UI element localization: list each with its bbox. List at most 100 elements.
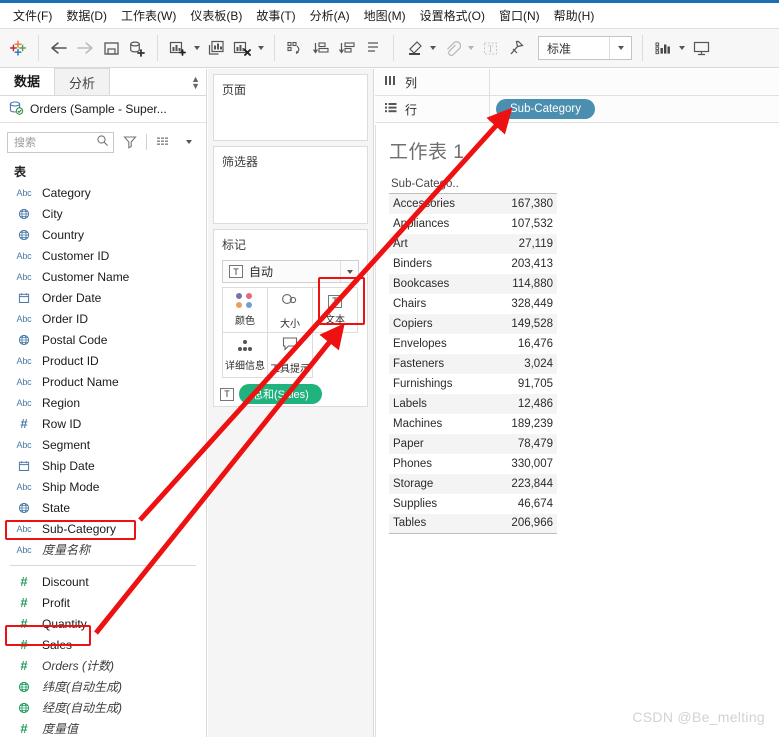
show-me-caret-icon[interactable]: [676, 34, 688, 62]
fit-select-caret-icon[interactable]: [609, 37, 631, 59]
table-row[interactable]: Accessories 167,380: [389, 193, 557, 214]
attach-icon[interactable]: [439, 34, 465, 62]
menu-analysis[interactable]: 分析(A): [303, 4, 357, 27]
tab-data[interactable]: 数据: [0, 68, 55, 95]
fit-select[interactable]: 标准: [538, 36, 632, 60]
field-ship-date[interactable]: Ship Date: [0, 455, 206, 476]
field-quantity[interactable]: # Quantity: [0, 613, 206, 634]
field-measure-values[interactable]: # 度量值: [0, 718, 206, 737]
menu-map[interactable]: 地图(M): [357, 4, 413, 27]
search-input[interactable]: 搜索: [7, 131, 114, 153]
table-row[interactable]: Furnishings 91,705: [389, 374, 557, 394]
field-customer-id[interactable]: Abc Customer ID: [0, 245, 206, 266]
attach-caret-icon[interactable]: [465, 34, 477, 62]
data-source-item[interactable]: Orders (Sample - Super...: [0, 96, 206, 123]
chevron-down-icon[interactable]: [179, 132, 199, 153]
field-measure-names[interactable]: Abc 度量名称: [0, 539, 206, 560]
field-product-id[interactable]: Abc Product ID: [0, 350, 206, 371]
show-labels-icon[interactable]: T: [477, 34, 503, 62]
column-header-sub-category[interactable]: Sub-Catego..: [389, 178, 557, 194]
sort-descending-icon[interactable]: [334, 34, 360, 62]
menu-help[interactable]: 帮助(H): [547, 4, 602, 27]
field-orders-count[interactable]: # Orders (计数): [0, 655, 206, 676]
field-product-name[interactable]: Abc Product Name: [0, 371, 206, 392]
new-worksheet-icon[interactable]: [165, 34, 191, 62]
field-order-id[interactable]: Abc Order ID: [0, 308, 206, 329]
marks-tooltip-button[interactable]: 工具提示: [267, 332, 313, 378]
table-row[interactable]: Fasteners 3,024: [389, 353, 557, 374]
table-row[interactable]: Supplies 46,674: [389, 494, 557, 514]
clear-sheet-caret-icon[interactable]: [255, 34, 267, 62]
menu-window[interactable]: 窗口(N): [492, 4, 547, 27]
rows-shelf[interactable]: 行 Sub-Category: [375, 96, 779, 123]
menu-data[interactable]: 数据(D): [59, 4, 114, 27]
field-region[interactable]: Abc Region: [0, 392, 206, 413]
table-row[interactable]: Envelopes 16,476: [389, 334, 557, 354]
table-row[interactable]: Labels 12,486: [389, 393, 557, 414]
field-row-id[interactable]: # Row ID: [0, 413, 206, 434]
tableau-logo-icon[interactable]: [5, 34, 31, 62]
presentation-mode-icon[interactable]: [688, 34, 714, 62]
menu-format[interactable]: 设置格式(O): [413, 4, 492, 27]
rows-drop-area[interactable]: Sub-Category: [490, 96, 779, 122]
filters-card[interactable]: 筛选器: [213, 146, 368, 224]
view-mode-icon[interactable]: [153, 132, 173, 153]
marks-pill-sum-sales[interactable]: 总和(Sales): [239, 384, 322, 404]
rows-pill-sub-category[interactable]: Sub-Category: [496, 99, 595, 119]
highlight-icon[interactable]: [401, 34, 427, 62]
tab-analytics[interactable]: 分析: [54, 68, 111, 95]
marks-color-button[interactable]: 颜色: [222, 287, 268, 333]
highlight-caret-icon[interactable]: [427, 34, 439, 62]
menu-file[interactable]: 文件(F): [6, 4, 59, 27]
field-postal-code[interactable]: Postal Code: [0, 329, 206, 350]
table-row[interactable]: Paper 78,479: [389, 433, 557, 454]
mark-type-select[interactable]: T 自动: [222, 260, 359, 283]
field-country[interactable]: Country: [0, 224, 206, 245]
save-icon[interactable]: [98, 34, 124, 62]
group-members-icon[interactable]: [360, 34, 386, 62]
table-row[interactable]: Storage 223,844: [389, 473, 557, 494]
menu-dashboard[interactable]: 仪表板(B): [183, 4, 249, 27]
columns-shelf[interactable]: 列: [375, 69, 779, 96]
menu-worksheet[interactable]: 工作表(W): [114, 4, 183, 27]
table-row[interactable]: Chairs 328,449: [389, 294, 557, 314]
table-row[interactable]: Machines 189,239: [389, 414, 557, 434]
table-row[interactable]: Appliances 107,532: [389, 214, 557, 234]
field-sub-category[interactable]: Abc Sub-Category: [0, 518, 206, 539]
field-order-date[interactable]: Order Date: [0, 287, 206, 308]
field-discount[interactable]: # Discount: [0, 571, 206, 592]
menu-story[interactable]: 故事(T): [249, 4, 302, 27]
table-row[interactable]: Phones 330,007: [389, 454, 557, 474]
field-sales[interactable]: # Sales: [0, 634, 206, 655]
sort-ascending-icon[interactable]: [308, 34, 334, 62]
field-latitude[interactable]: 纬度(自动生成): [0, 676, 206, 697]
field-category[interactable]: Abc Category: [0, 182, 206, 203]
columns-drop-area[interactable]: [490, 69, 779, 95]
table-row[interactable]: Art 27,119: [389, 233, 557, 254]
new-data-source-icon[interactable]: [124, 34, 150, 62]
field-state[interactable]: State: [0, 497, 206, 518]
pages-card[interactable]: 页面: [213, 74, 368, 141]
table-row[interactable]: Binders 203,413: [389, 254, 557, 274]
clear-sheet-icon[interactable]: [229, 34, 255, 62]
fix-axes-icon[interactable]: [503, 34, 529, 62]
field-segment[interactable]: Abc Segment: [0, 434, 206, 455]
field-longitude[interactable]: 经度(自动生成): [0, 697, 206, 718]
table-row[interactable]: Tables 206,966: [389, 513, 557, 534]
filter-icon[interactable]: [120, 132, 140, 153]
marks-size-button[interactable]: 大小: [267, 287, 313, 333]
new-worksheet-caret-icon[interactable]: [191, 34, 203, 62]
mark-type-caret-icon[interactable]: [340, 261, 358, 282]
duplicate-sheet-icon[interactable]: [203, 34, 229, 62]
back-icon[interactable]: [46, 34, 72, 62]
swap-rows-columns-icon[interactable]: [282, 34, 308, 62]
table-row[interactable]: Bookcases 114,880: [389, 273, 557, 294]
pane-collapse-icon[interactable]: ▲ ▼: [191, 75, 200, 91]
marks-text-button[interactable]: T 文本: [312, 287, 358, 333]
field-ship-mode[interactable]: Abc Ship Mode: [0, 476, 206, 497]
show-me-icon[interactable]: [650, 34, 676, 62]
marks-detail-button[interactable]: 详细信息: [222, 332, 268, 378]
table-row[interactable]: Copiers 149,528: [389, 313, 557, 334]
field-city[interactable]: City: [0, 203, 206, 224]
forward-icon[interactable]: [72, 34, 98, 62]
